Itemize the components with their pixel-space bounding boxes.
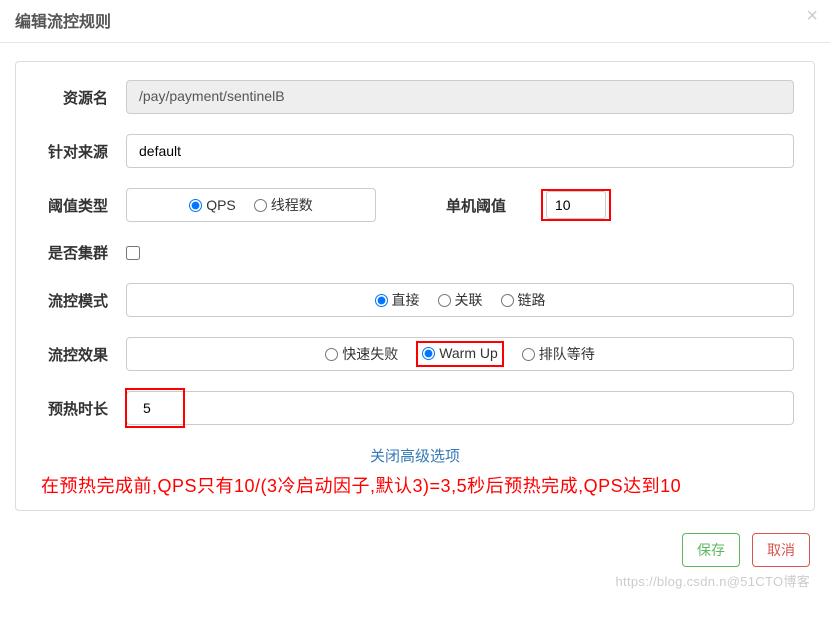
radio-qps[interactable]: QPS	[189, 197, 236, 213]
radio-direct-input[interactable]	[375, 294, 388, 307]
resource-input: /pay/payment/sentinelB	[126, 80, 794, 114]
radio-fast-fail-input[interactable]	[325, 348, 338, 361]
radio-warmup-label: Warm Up	[439, 345, 498, 361]
radio-fast-fail[interactable]: 快速失败	[325, 344, 398, 364]
warmup-highlight: Warm Up	[416, 341, 504, 367]
radio-threads-label: 线程数	[271, 195, 313, 215]
radio-chain-input[interactable]	[501, 294, 514, 307]
effect-group: 快速失败 Warm Up 排队等待	[126, 337, 794, 371]
threshold-type-label: 阈值类型	[36, 195, 126, 216]
radio-direct-label: 直接	[392, 290, 420, 310]
radio-threads-input[interactable]	[254, 199, 267, 212]
radio-queue[interactable]: 排队等待	[522, 344, 595, 364]
radio-relate-input[interactable]	[438, 294, 451, 307]
radio-qps-label: QPS	[206, 197, 236, 213]
radio-warmup-input[interactable]	[422, 347, 435, 360]
form-panel: 资源名 /pay/payment/sentinelB 针对来源 阈值类型 QPS…	[15, 61, 815, 511]
radio-chain[interactable]: 链路	[501, 290, 546, 310]
close-icon[interactable]: ×	[806, 6, 818, 26]
threshold-value-label: 单机阈值	[446, 195, 506, 216]
warmup-time-input[interactable]	[126, 391, 794, 425]
radio-queue-input[interactable]	[522, 348, 535, 361]
source-label: 针对来源	[36, 141, 126, 162]
mode-label: 流控模式	[36, 290, 126, 311]
resource-label: 资源名	[36, 87, 126, 108]
save-button[interactable]: 保存	[682, 533, 740, 567]
threshold-type-group: QPS 线程数	[126, 188, 376, 222]
effect-label: 流控效果	[36, 344, 126, 365]
watermark: https://blog.csdn.n@51CTO博客	[0, 571, 830, 590]
radio-qps-input[interactable]	[189, 199, 202, 212]
threshold-highlight	[541, 189, 611, 221]
cluster-label: 是否集群	[36, 242, 126, 263]
radio-relate-label: 关联	[455, 290, 483, 310]
radio-queue-label: 排队等待	[539, 344, 595, 364]
radio-chain-label: 链路	[518, 290, 546, 310]
divider	[0, 42, 830, 43]
mode-group: 直接 关联 链路	[126, 283, 794, 317]
source-input[interactable]	[126, 134, 794, 168]
annotation-text: 在预热完成前,QPS只有10/(3冷启动因子,默认3)=3,5秒后预热完成,QP…	[36, 472, 794, 498]
radio-relate[interactable]: 关联	[438, 290, 483, 310]
radio-threads[interactable]: 线程数	[254, 195, 313, 215]
footer: 保存 取消	[0, 519, 830, 575]
modal-title: 编辑流控规则	[15, 14, 111, 31]
radio-direct[interactable]: 直接	[375, 290, 420, 310]
threshold-value-input[interactable]	[546, 191, 606, 219]
radio-warmup[interactable]: Warm Up	[422, 345, 498, 361]
radio-fast-fail-label: 快速失败	[342, 344, 398, 364]
cancel-button[interactable]: 取消	[752, 533, 810, 567]
warmup-time-label: 预热时长	[36, 398, 126, 419]
toggle-advanced-link[interactable]: 关闭高级选项	[370, 448, 460, 465]
cluster-checkbox[interactable]	[126, 246, 140, 260]
